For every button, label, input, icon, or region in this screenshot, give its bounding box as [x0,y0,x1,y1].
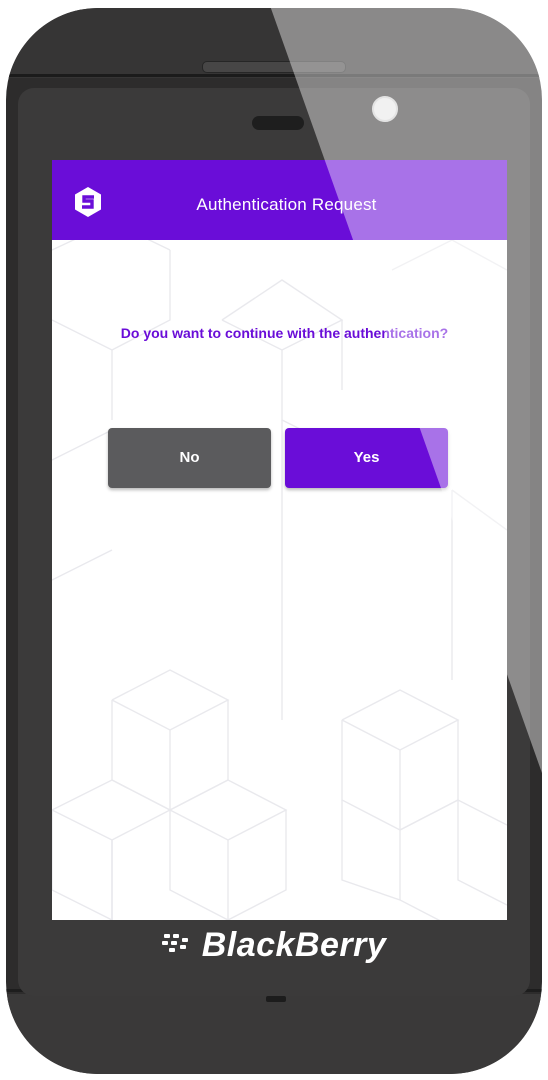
yes-button[interactable]: Yes [285,428,448,488]
device-brand: BlackBerry [0,926,548,965]
bottom-port [266,996,286,1002]
earpiece [252,116,304,130]
front-camera [372,96,398,122]
phone-bottom-band [6,994,542,1074]
app-header: Authentication Request [52,160,507,240]
app-screen: Authentication Request Do you want to co… [52,160,507,920]
speaker-grille [202,61,346,73]
hexagon-background-pattern [52,180,507,920]
device-mockup: Authentication Request Do you want to co… [0,0,548,1080]
header-title: Authentication Request [196,195,377,214]
no-button[interactable]: No [108,428,271,488]
brand-name: BlackBerry [201,926,387,964]
phone-top-rim [6,74,542,77]
auth-prompt-text: Do you want to continue with the authent… [120,325,449,341]
blackberry-logo-icon [161,934,188,953]
